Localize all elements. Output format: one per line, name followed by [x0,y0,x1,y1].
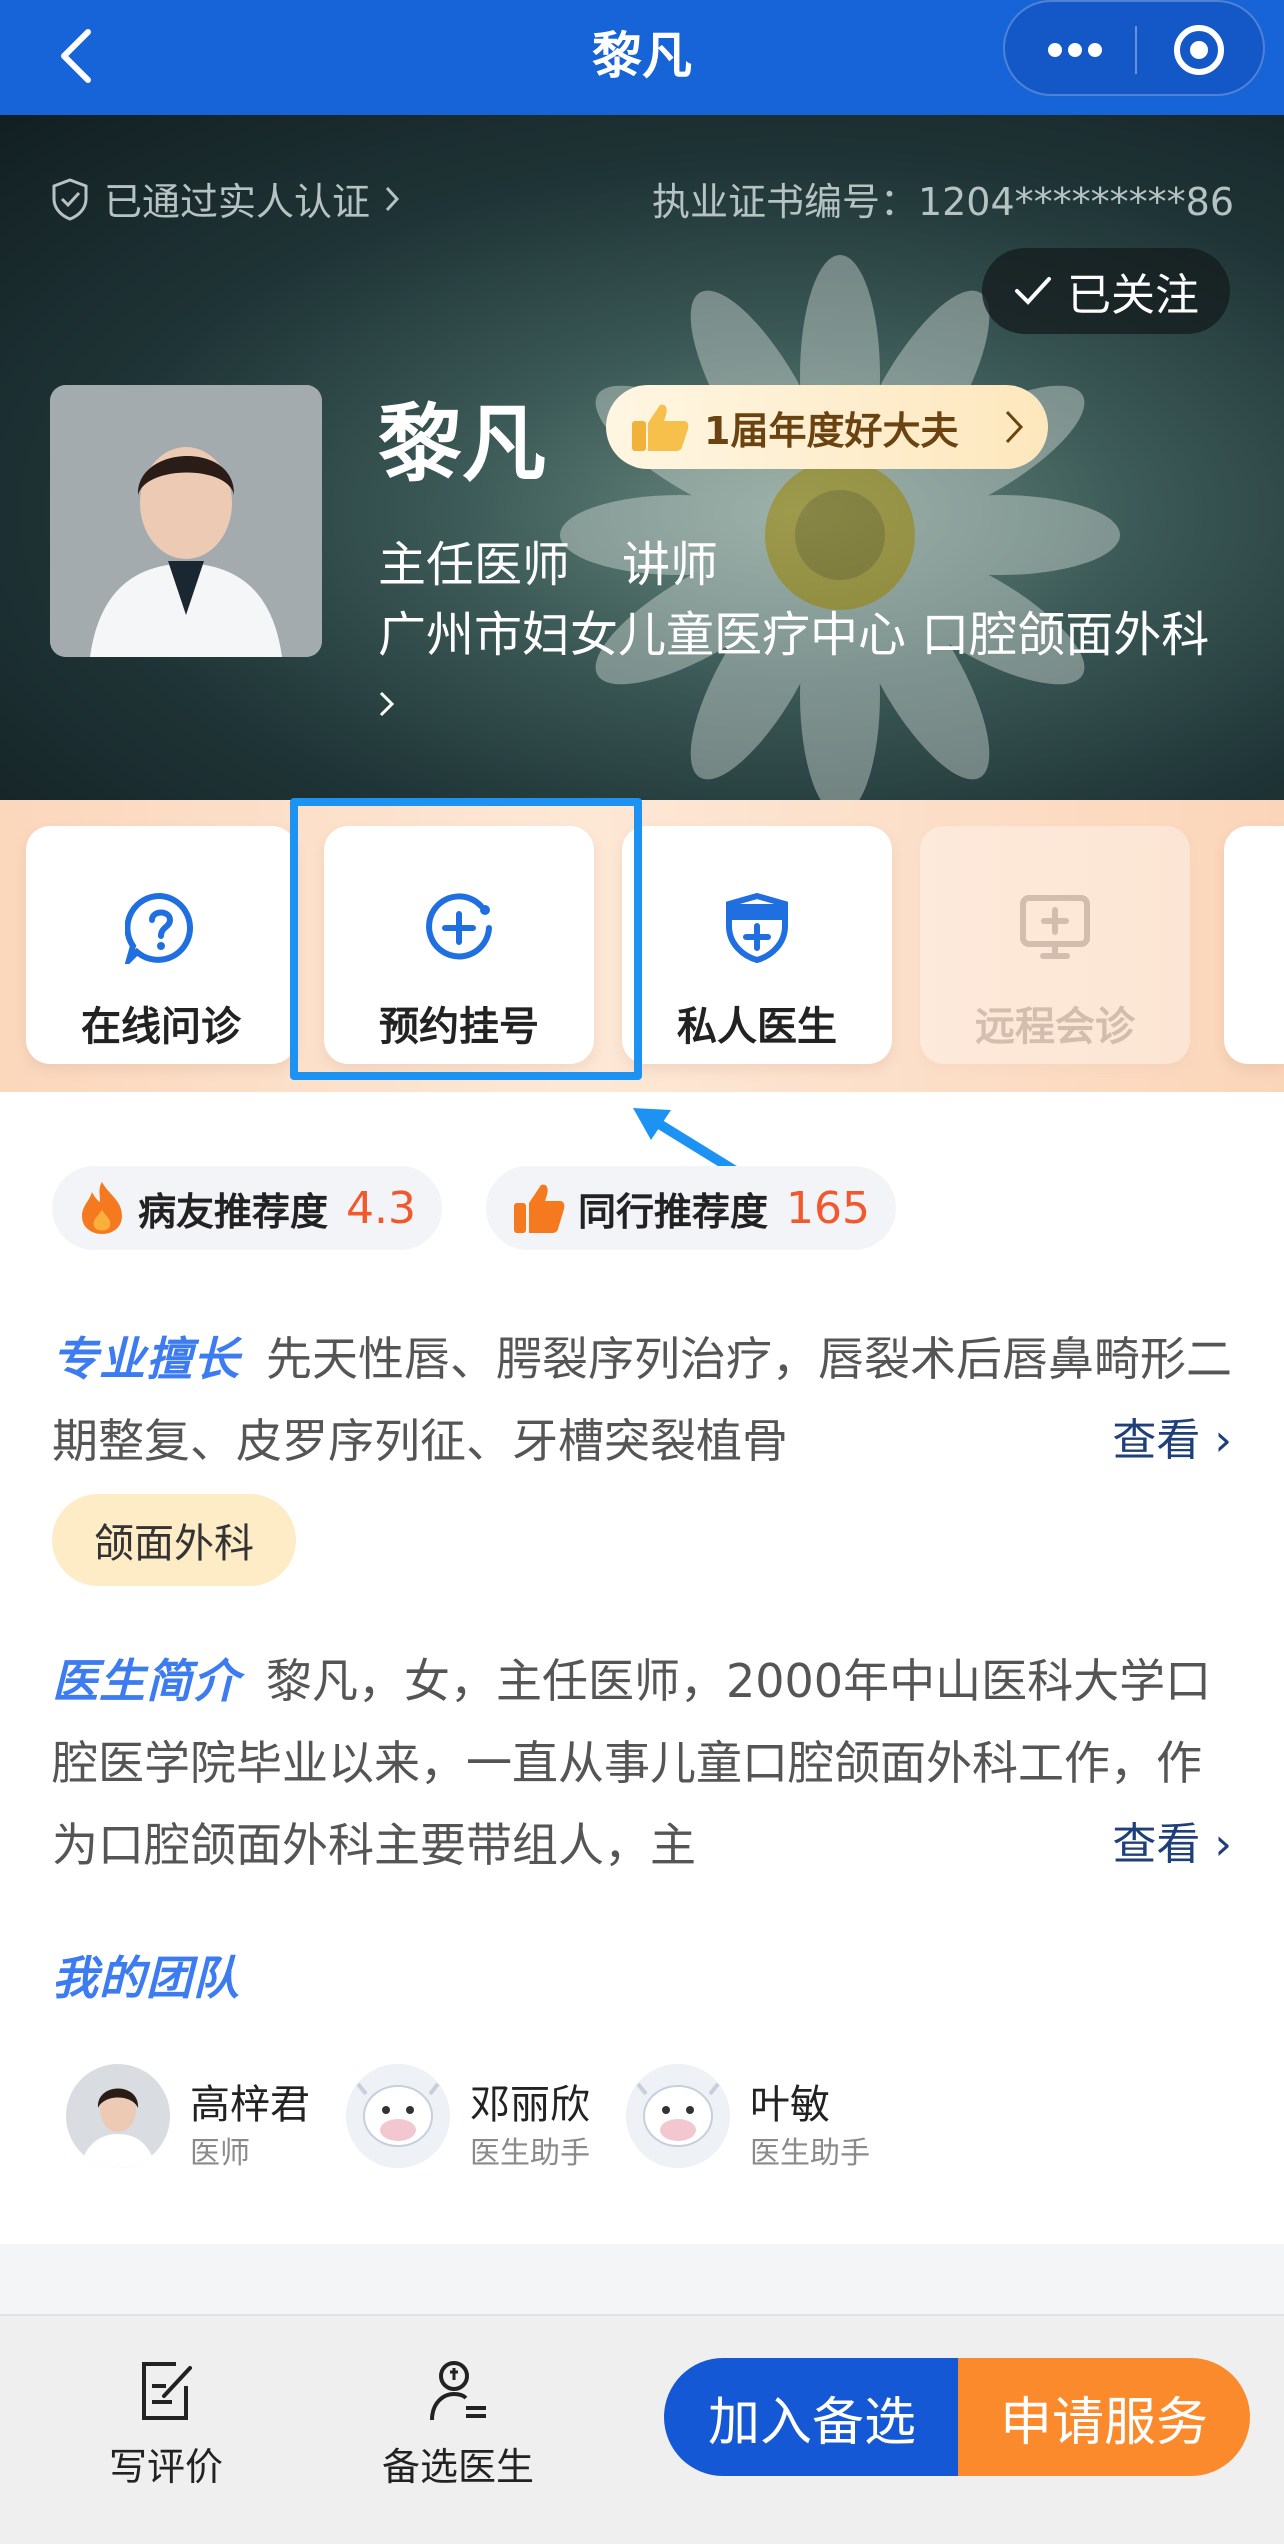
top-nav-bar: 黎凡 [0,0,1284,115]
avatar [346,2064,450,2168]
hospital-department-link[interactable]: 广州市妇女儿童医疗中心 口腔颌面外科 [378,601,1238,737]
department-tag[interactable]: 颌面外科 [52,1494,296,1586]
member-role: 医生助手 [470,2136,590,2171]
shield-check-icon [52,177,88,221]
service-online-consult[interactable]: 在线问诊 [26,826,296,1064]
chevron-right-icon [1005,410,1024,444]
academic-title: 讲师 [622,537,719,593]
hospital-department-text: 广州市妇女儿童医疗中心 口腔颌面外科 [378,607,1210,663]
verified-text: 已通过实人认证 [104,180,371,224]
expertise-more-label: 查看 [1112,1415,1201,1466]
capsule-divider [1135,26,1137,74]
doctor-name: 黎凡 [378,395,547,493]
follow-label: 已关注 [1067,270,1199,321]
write-review-button[interactable]: 写评价 [106,2358,226,2491]
intro-more-link[interactable]: 查看 › [912,1804,1232,1886]
professional-title: 主任医师 [378,537,571,593]
intro-more-label: 查看 [1112,1819,1201,1870]
patient-rating-value: 4.3 [346,1182,416,1234]
peer-rating-value: 165 [786,1182,870,1234]
chevron-right-icon [379,691,395,717]
question-icon [125,892,193,964]
peer-rating-label: 同行推荐度 [578,1189,769,1234]
award-text: 1届年度好大夫 [704,408,959,453]
chevron-right-icon [385,186,400,211]
monitor-plus-icon [1020,895,1090,959]
appointment-highlight-box [290,798,642,1080]
thumbs-up-award-icon [632,404,689,451]
thumbs-up-icon [514,1184,565,1233]
doctor-titles: 主任医师 讲师 [378,525,718,595]
avatar [626,2064,730,2168]
expertise-heading: 专业擅长 [52,1332,240,1386]
service-label: 远程会诊 [975,1004,1135,1050]
edit-note-icon [142,2362,192,2420]
follow-button[interactable]: 已关注 [982,248,1230,334]
patient-rating-pill[interactable]: 病友推荐度 4.3 [52,1166,442,1250]
service-more-card[interactable] [1224,826,1284,1064]
shield-plus-icon [726,892,788,964]
service-strip: 在线问诊 预约挂号 私人医生 远程会诊 [0,800,1284,1092]
cow-mascot-icon [626,2064,730,2168]
flame-icon [82,1182,122,1234]
service-label: 私人医生 [677,1004,837,1050]
member-role: 医师 [190,2136,250,2171]
bottom-action-bar: 写评价 备选医生 加入备选 申请服务 [0,2314,1284,2544]
member-role: 医生助手 [750,2136,870,2171]
cow-mascot-icon [346,2064,450,2168]
write-review-label: 写评价 [108,2445,223,2489]
candidate-doctors-label: 备选医生 [381,2445,534,2489]
section-divider [0,2244,1284,2314]
real-name-verified-link[interactable]: 已通过实人认证 [50,171,400,226]
close-target-icon[interactable] [1173,24,1225,76]
doctor-list-icon [430,2361,486,2421]
service-label: 在线问诊 [81,1004,241,1050]
peer-rating-pill[interactable]: 同行推荐度 165 [486,1166,896,1250]
avatar [66,2064,170,2168]
member-name: 叶敏 [750,2082,830,2128]
license-number: 执业证书编号：1204*********86 [651,180,1234,224]
patient-rating-label: 病友推荐度 [138,1189,329,1234]
member-name: 高梓君 [190,2082,310,2128]
intro-heading: 医生简介 [52,1654,240,1708]
more-dots-icon[interactable] [1045,36,1105,64]
mini-program-capsule [1003,0,1265,96]
apply-service-button[interactable]: 申请服务 [958,2358,1250,2476]
add-to-candidates-button[interactable]: 加入备选 [664,2358,960,2476]
member-name: 邓丽欣 [470,2082,590,2128]
doctor-hero-banner: 已通过实人认证 执业证书编号：1204*********86 已关注 黎凡 1届… [0,115,1284,815]
team-heading: 我的团队 [52,1951,240,2005]
service-private-doctor[interactable]: 私人医生 [622,826,892,1064]
candidate-doctors-button[interactable]: 备选医生 [376,2358,540,2491]
check-icon [1015,277,1051,305]
doctor-portrait-image [50,385,322,657]
expertise-more-link[interactable]: 查看 › [912,1400,1232,1482]
award-badge[interactable]: 1届年度好大夫 [606,385,1048,469]
member-photo-image [66,2064,170,2168]
doctor-avatar[interactable] [50,385,322,657]
service-remote-consult[interactable]: 远程会诊 [920,826,1190,1064]
